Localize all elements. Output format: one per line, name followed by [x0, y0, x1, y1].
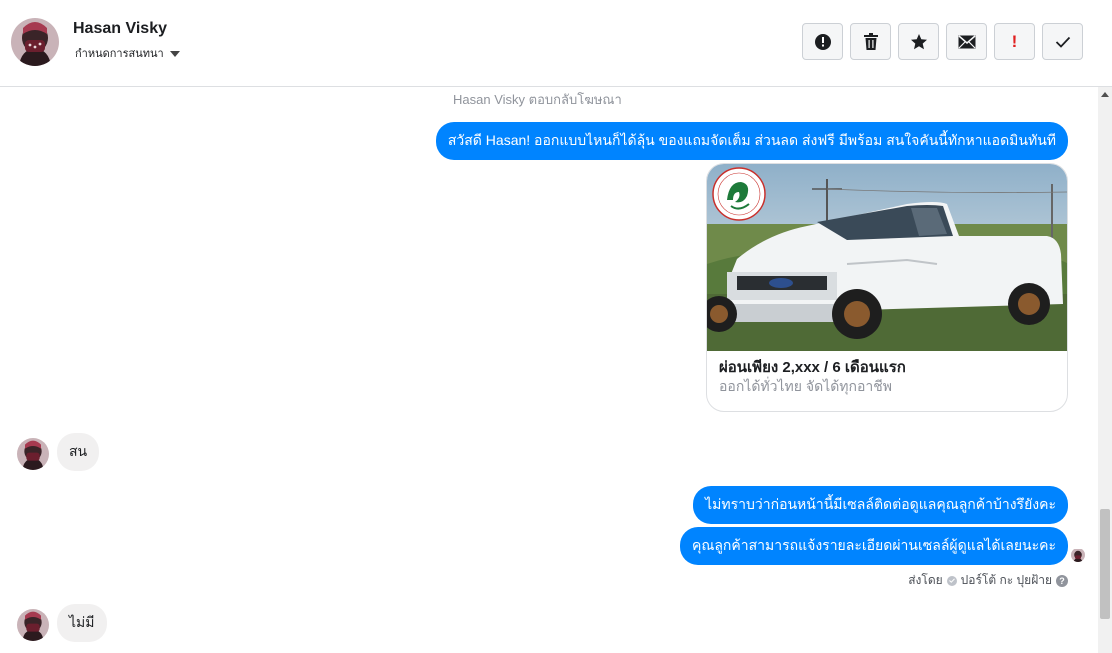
contact-avatar[interactable]	[11, 18, 59, 66]
important-icon: !	[1011, 31, 1018, 51]
contact-name: Hasan Visky	[73, 20, 167, 37]
outgoing-message[interactable]: ไม่ทราบว่าก่อนหน้านี้มีเซลล์ติดต่อดูแลคุ…	[693, 486, 1068, 524]
star-icon	[910, 33, 927, 49]
ad-card[interactable]: ผ่อนเพียง 2,xxx / 6 เดือนแรก ออกได้ทั่วไ…	[706, 163, 1068, 412]
report-spam-button[interactable]	[802, 23, 843, 60]
outgoing-message[interactable]: สวัสดี Hasan! ออกแบบไหนก็ได้ลุ้น ของแถมจ…	[435, 122, 1068, 160]
star-button[interactable]	[898, 23, 939, 60]
incoming-message[interactable]: สน	[57, 433, 100, 471]
contact-avatar-small[interactable]	[17, 609, 49, 641]
sent-by-info: ส่งโดย ปอร์โต้ กะ ปุยฝ้าย ?	[908, 571, 1068, 590]
incoming-message[interactable]: ไม่มี	[57, 604, 107, 642]
ad-card-subtitle: ออกได้ทั่วไทย จัดได้ทุกอาชีพ	[719, 378, 893, 394]
check-icon	[1055, 36, 1070, 48]
mark-important-button[interactable]: !	[994, 23, 1035, 60]
delete-button[interactable]	[850, 23, 891, 60]
alert-icon	[814, 33, 831, 50]
ad-image[interactable]	[707, 164, 1067, 351]
thread-scrollbar[interactable]	[1098, 87, 1112, 653]
sender-name[interactable]: ปอร์โต้ กะ ปุยฝ้าย	[961, 571, 1052, 590]
envelope-icon	[958, 34, 975, 48]
outgoing-message[interactable]: คุณลูกค้าสามารถแจ้งรายละเอียดผ่านเซลล์ผู…	[679, 527, 1068, 565]
caret-down-icon	[169, 50, 180, 57]
help-icon[interactable]: ?	[1056, 574, 1068, 587]
message-thread[interactable]: Hasan Visky ตอบกลับโฆษณา สวัสดี Hasan! อ…	[0, 87, 1098, 653]
scroll-up-arrow-icon[interactable]	[1101, 92, 1109, 97]
conversation-settings-dropdown[interactable]: กำหนดการสนทนา	[75, 44, 180, 62]
sent-by-label: ส่งโดย	[908, 573, 943, 587]
verified-icon	[946, 575, 957, 586]
seen-avatar	[1071, 548, 1085, 562]
ad-reply-note: Hasan Visky ตอบกลับโฆษณา	[453, 92, 622, 107]
mark-unread-button[interactable]	[946, 23, 987, 60]
mark-done-button[interactable]	[1042, 23, 1083, 60]
conversation-settings-label: กำหนดการสนทนา	[75, 47, 164, 60]
contact-avatar-small[interactable]	[17, 438, 49, 470]
scrollbar-thumb[interactable]	[1100, 509, 1110, 619]
trash-icon	[863, 32, 878, 50]
conversation-header: Hasan Visky กำหนดการสนทนา !	[0, 0, 1112, 87]
